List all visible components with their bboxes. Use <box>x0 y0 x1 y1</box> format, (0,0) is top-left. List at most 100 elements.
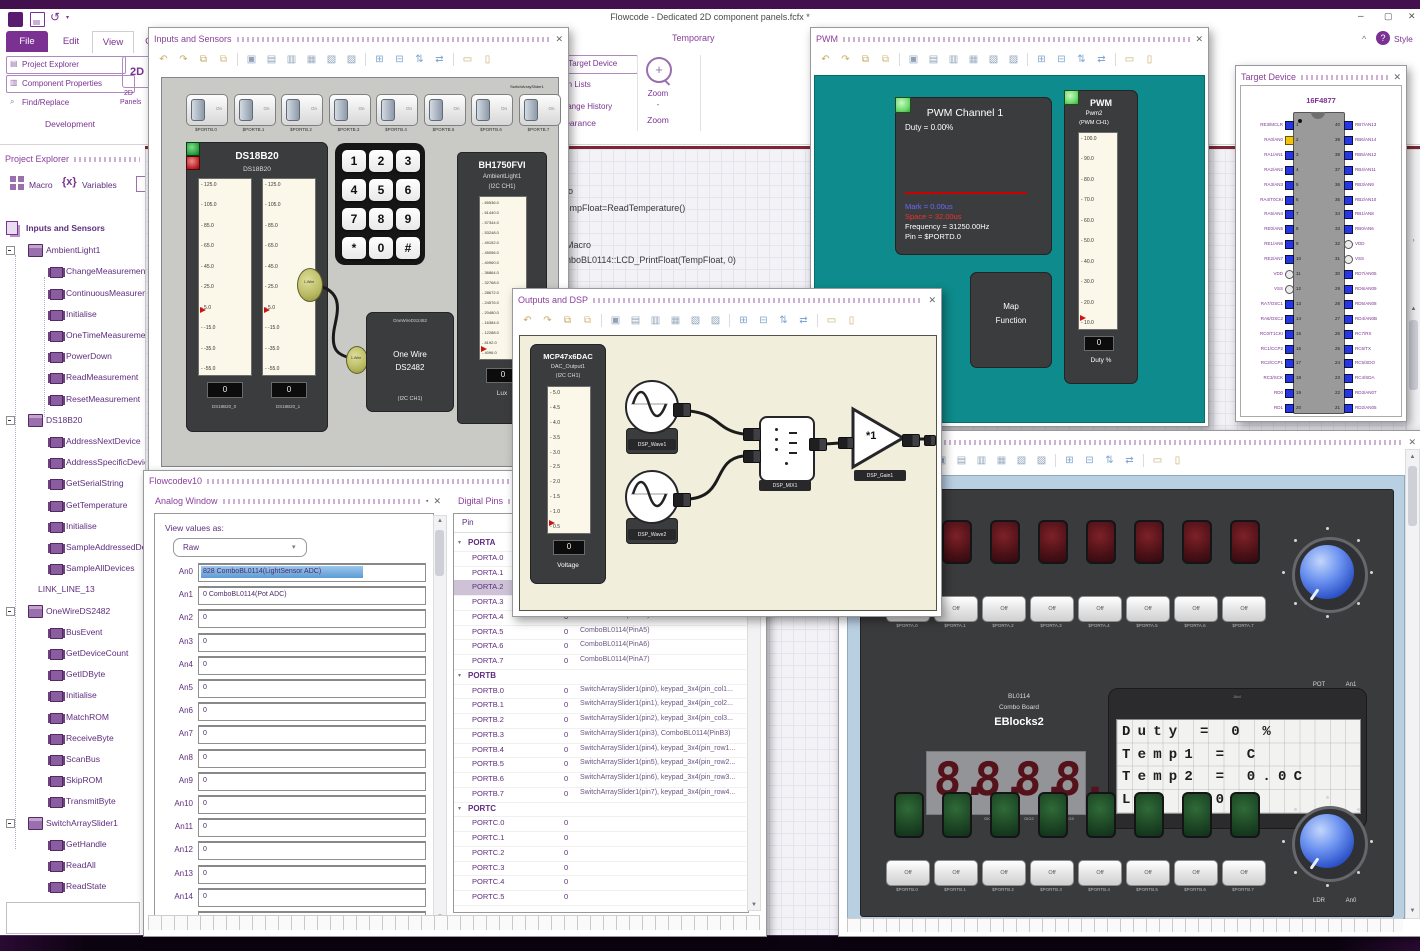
switch-knob[interactable] <box>476 99 490 121</box>
port-a-button-2[interactable]: Off <box>982 596 1026 622</box>
tree-item-macro[interactable]: TransmitByte <box>66 796 116 806</box>
toolbar-icon-13[interactable]: ⇄ <box>1123 454 1136 467</box>
digital-row[interactable]: PORTC.2 0 <box>454 846 746 862</box>
digital-row[interactable]: PORTA.5 0 ComboBL0114(PinA5) <box>454 625 746 641</box>
digital-row[interactable]: PORTA.7 0 ComboBL0114(PinA7) <box>454 654 746 670</box>
tree-item-macro[interactable]: OneTimeMeasurement <box>66 330 145 340</box>
dsp-wave1-component[interactable] <box>625 380 679 434</box>
pin-connector[interactable] <box>1344 314 1353 324</box>
minimize-button[interactable]: – <box>1358 11 1364 22</box>
toolbar-icon-5[interactable]: ▤ <box>955 454 968 467</box>
tree-item-macro[interactable]: PowerDown <box>66 351 112 361</box>
dac-component[interactable]: MCP47x6DAC DAC_Output1 (I2C CH1) - 5.0- … <box>530 344 606 584</box>
expand-icon[interactable] <box>6 415 15 425</box>
analog-row-input[interactable]: 0 <box>198 655 426 675</box>
expand-icon[interactable] <box>6 246 15 256</box>
toolbar-icon-14[interactable]: ▭ <box>461 53 474 66</box>
port-a-button-3[interactable]: Off <box>1030 596 1074 622</box>
scroll-down-icon[interactable]: ▼ <box>1406 908 1419 914</box>
tree-item-component[interactable]: OneWireDS2482 <box>46 606 110 616</box>
toolbar-icon-5[interactable]: ▤ <box>629 314 642 327</box>
pin-connector[interactable] <box>1344 165 1353 175</box>
tree-item-macro[interactable]: ContinuousMeasurement <box>66 288 145 298</box>
pin-connector[interactable] <box>1285 270 1294 279</box>
toolbar-icon-10[interactable]: ⊞ <box>373 53 386 66</box>
keypad-key-5[interactable]: 5 <box>369 179 393 201</box>
slide-switch[interactable]: On <box>233 94 276 126</box>
scroll-up-icon[interactable]: ▲ <box>434 518 446 524</box>
digital-row[interactable]: PORTB.6 0 SwitchArraySlider1(pin6), keypad… <box>454 772 746 788</box>
toolbar-icon-6[interactable]: ▥ <box>285 53 298 66</box>
scale-marker[interactable] <box>1080 315 1086 322</box>
toolbar-icon-4[interactable]: ▣ <box>245 53 258 66</box>
toolbar-icon-15[interactable]: ▯ <box>1143 53 1156 66</box>
scale-marker[interactable] <box>264 306 270 313</box>
pin-connector[interactable] <box>1344 404 1353 414</box>
inputs-panel-close-icon[interactable]: ✕ <box>555 34 563 45</box>
toolbar-icon-10[interactable]: ⊞ <box>1063 454 1076 467</box>
pin-connector[interactable] <box>1285 299 1294 309</box>
toolbar-icon-5[interactable]: ▤ <box>927 53 940 66</box>
toolbar-icon-7[interactable]: ▦ <box>967 53 980 66</box>
port-b-button-1[interactable]: Off <box>934 860 978 886</box>
pin-connector[interactable] <box>1285 150 1294 160</box>
digital-column-header[interactable]: Pin <box>462 518 474 527</box>
pin-connector[interactable] <box>1285 389 1294 399</box>
dsp-gain-input-plug[interactable] <box>838 437 854 449</box>
keypad-key-9[interactable]: 9 <box>396 208 420 230</box>
pin-connector[interactable] <box>1344 195 1353 205</box>
pin-connector[interactable] <box>1344 299 1353 309</box>
toolbar-icon-2[interactable]: ⧉ <box>197 53 210 66</box>
toolbar-icon-0[interactable]: ↶ <box>157 53 170 66</box>
pin-connector[interactable] <box>1344 270 1353 279</box>
toolbar-icon-12[interactable]: ⇅ <box>413 53 426 66</box>
digital-row[interactable]: PORTB.4 0 SwitchArraySlider1(pin4), keypad… <box>454 743 746 759</box>
target-device-close-icon[interactable]: ✕ <box>1393 72 1401 83</box>
tree-item-macro[interactable]: BusEvent <box>66 627 102 637</box>
toolbar-icon-7[interactable]: ▦ <box>995 454 1008 467</box>
port-a-button-4[interactable]: Off <box>1078 596 1122 622</box>
scroll-right-icon[interactable]: › <box>1407 238 1420 244</box>
toolbar-icon-13[interactable]: ⇄ <box>797 314 810 327</box>
pin-connector[interactable] <box>1285 180 1294 190</box>
toolbar-icon-4[interactable]: ▣ <box>907 53 920 66</box>
toolbar-icon-5[interactable]: ▤ <box>265 53 278 66</box>
eblocks-close-icon[interactable]: ✕ <box>1408 437 1416 448</box>
outputs-close-icon[interactable]: ✕ <box>928 295 936 306</box>
analog-row-input[interactable]: 0 <box>198 679 426 698</box>
digital-row[interactable]: PORTB.0 0 SwitchArraySlider1(pin0), keypad… <box>454 684 746 700</box>
tree-item-macro[interactable]: ScanBus <box>66 754 100 764</box>
port-b-button-2[interactable]: Off <box>982 860 1026 886</box>
analog-row-input[interactable]: 0 <box>198 609 426 629</box>
pin-connector[interactable] <box>1285 374 1294 384</box>
analog-row-input[interactable]: 0 <box>198 771 426 791</box>
toolbar-icon-1[interactable]: ↷ <box>541 314 554 327</box>
port-a-button-6[interactable]: Off <box>1174 596 1218 622</box>
slide-switch[interactable]: On <box>471 94 513 126</box>
toolbar-icon-3[interactable]: ⧉ <box>217 53 230 66</box>
slide-switch[interactable]: On <box>281 94 323 126</box>
pin-connector[interactable] <box>1285 225 1294 235</box>
pin-connector[interactable] <box>1344 389 1353 399</box>
digital-row[interactable]: PORTC.0 0 <box>454 816 746 832</box>
tree-root-label[interactable]: Inputs and Sensors <box>26 223 105 233</box>
digital-row[interactable]: PORTC.3 0 <box>454 861 746 877</box>
toolbar-icon-9[interactable]: ▨ <box>1007 53 1020 66</box>
analog-row-input[interactable]: 0 <box>198 748 426 768</box>
toolbar-icon-3[interactable]: ⧉ <box>879 53 892 66</box>
digital-row[interactable]: PORTB.1 0 SwitchArraySlider1(pin1), keypad… <box>454 698 746 714</box>
tree-item-macro[interactable]: ReadMeasurement <box>66 372 138 382</box>
tree-item-macro[interactable]: ChangeMeasurementMode <box>66 266 145 276</box>
dsp-mix-component[interactable] <box>759 416 815 482</box>
port-b-button-5[interactable]: Off <box>1126 860 1170 886</box>
pin-connector[interactable] <box>1285 314 1294 324</box>
tree-item-link[interactable]: LINK_LINE_13 <box>38 584 95 594</box>
scroll-up-icon[interactable]: ▲ <box>1407 306 1420 312</box>
switch-knob[interactable] <box>238 99 253 121</box>
analog-dropdown[interactable]: Raw ▾ <box>173 538 307 557</box>
port-b-button-0[interactable]: Off <box>886 860 930 886</box>
toolbar-icon-0[interactable]: ↶ <box>819 53 832 66</box>
pin-connector[interactable] <box>1344 374 1353 384</box>
digital-row[interactable]: ▾ PORTC <box>454 802 746 818</box>
ribbon-collapse-icon[interactable]: ^ <box>1362 34 1366 44</box>
